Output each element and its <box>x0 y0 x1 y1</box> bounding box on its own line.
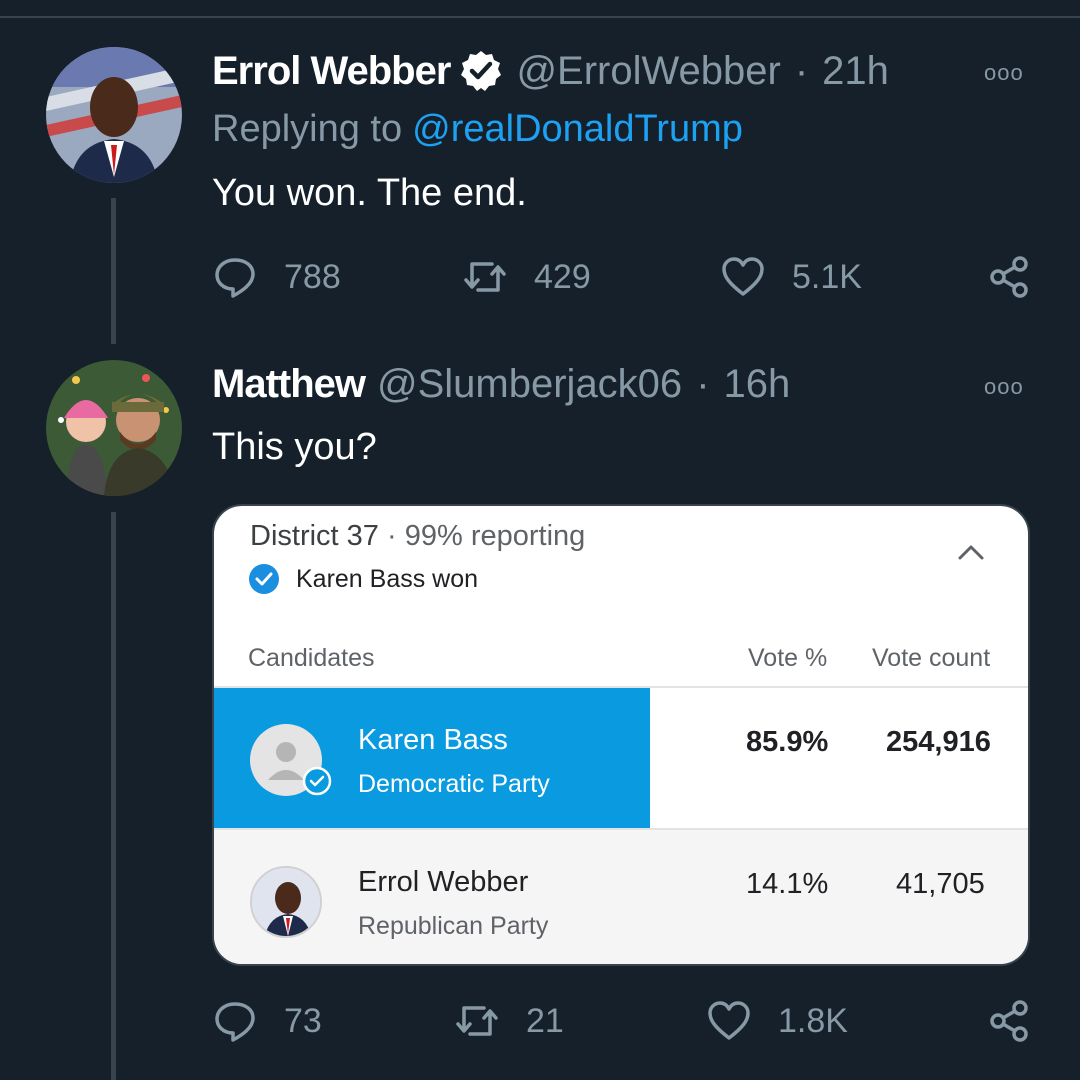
retweet-count: 21 <box>526 1001 564 1040</box>
reply-count: 788 <box>284 257 341 296</box>
user-handle[interactable]: @Slumberjack06 <box>377 362 682 407</box>
retweet-icon <box>456 1006 498 1036</box>
separator-dot: · <box>696 362 710 406</box>
more-options-icon[interactable]: ooo <box>984 60 1024 86</box>
like-button[interactable]: 1.8K <box>706 998 848 1044</box>
tweet-2-actions: 73 21 1.8K <box>212 998 1042 1048</box>
retweet-button[interactable]: 429 <box>462 254 591 300</box>
candidate-vote-pct: 14.1% <box>746 868 829 900</box>
like-button[interactable]: 5.1K <box>720 254 862 300</box>
more-options-icon[interactable]: ooo <box>984 374 1024 400</box>
like-icon <box>708 1001 750 1040</box>
district-name: District 37 <box>250 520 379 552</box>
thread-line-lower <box>111 512 116 1080</box>
tweet-2-header: Matthew @Slumberjack06 · 16h <box>212 362 790 407</box>
display-name[interactable]: Errol Webber <box>212 49 451 94</box>
candidate-vote-count: 254,916 <box>886 726 991 758</box>
share-icon <box>990 256 1028 298</box>
candidate-party: Democratic Party <box>358 770 550 798</box>
tweet-2-text: This you? <box>212 426 377 468</box>
reply-icon <box>215 1002 255 1042</box>
column-candidates: Candidates <box>248 644 375 672</box>
candidate-name: Errol Webber <box>358 866 529 898</box>
candidate-row-winner[interactable]: Karen Bass Democratic Party 85.9% 254,91… <box>214 688 1028 828</box>
share-icon <box>990 1000 1028 1042</box>
tweet-time[interactable]: 21h <box>822 49 889 94</box>
candidate-vote-count: 41,705 <box>896 868 985 900</box>
candidate-party: Republican Party <box>358 912 549 940</box>
column-vote-pct: Vote % <box>748 644 828 672</box>
share-button[interactable] <box>986 998 1058 1044</box>
winner-summary: Karen Bass won <box>248 563 478 595</box>
column-vote-count: Vote count <box>872 644 991 672</box>
avatar-errol-webber[interactable] <box>46 47 182 183</box>
election-results-image[interactable]: District 37 · 99% reporting Karen Bass w… <box>212 504 1030 966</box>
retweet-button[interactable]: 21 <box>454 998 564 1044</box>
candidate-row[interactable]: Errol Webber Republican Party 14.1% 41,7… <box>214 830 1028 964</box>
replying-to: Replying to @realDonaldTrump <box>212 108 743 151</box>
retweet-count: 429 <box>534 257 591 296</box>
mention-link[interactable]: @realDonaldTrump <box>412 108 743 150</box>
tweet-1-actions: 788 429 5.1K <box>212 254 1042 304</box>
candidate-vote-pct: 85.9% <box>746 726 829 758</box>
candidate-name: Karen Bass <box>358 724 508 756</box>
verified-badge-icon <box>458 48 504 94</box>
like-count: 5.1K <box>792 257 862 296</box>
like-count: 1.8K <box>778 1001 848 1040</box>
reply-count: 73 <box>284 1001 322 1040</box>
tweet-1-text: You won. The end. <box>212 172 527 214</box>
chevron-up-icon[interactable] <box>954 536 988 570</box>
reporting-status: 99% reporting <box>404 520 586 552</box>
share-button[interactable] <box>986 254 1058 300</box>
winner-text: Karen Bass won <box>296 564 479 593</box>
tweet-1-header: Errol Webber @ErrolWebber · 21h <box>212 48 889 94</box>
tweet-time[interactable]: 16h <box>724 362 791 407</box>
reply-button[interactable]: 788 <box>212 254 341 300</box>
retweet-icon <box>464 262 506 292</box>
candidate-photo <box>250 866 322 938</box>
replying-prefix: Replying to <box>212 108 403 150</box>
reply-icon <box>215 258 255 298</box>
winner-check-icon <box>302 766 332 796</box>
display-name[interactable]: Matthew <box>212 362 366 407</box>
top-divider <box>0 16 1080 18</box>
separator-dot: · <box>794 48 809 93</box>
separator-dot: · <box>386 520 397 552</box>
user-handle[interactable]: @ErrolWebber <box>516 49 780 94</box>
thread-line-upper <box>111 198 116 344</box>
check-circle-icon <box>249 564 279 594</box>
reply-button[interactable]: 73 <box>212 998 322 1044</box>
avatar-matthew[interactable] <box>46 360 182 496</box>
like-icon <box>722 257 764 296</box>
district-header: District 37 · 99% reporting <box>250 520 585 553</box>
